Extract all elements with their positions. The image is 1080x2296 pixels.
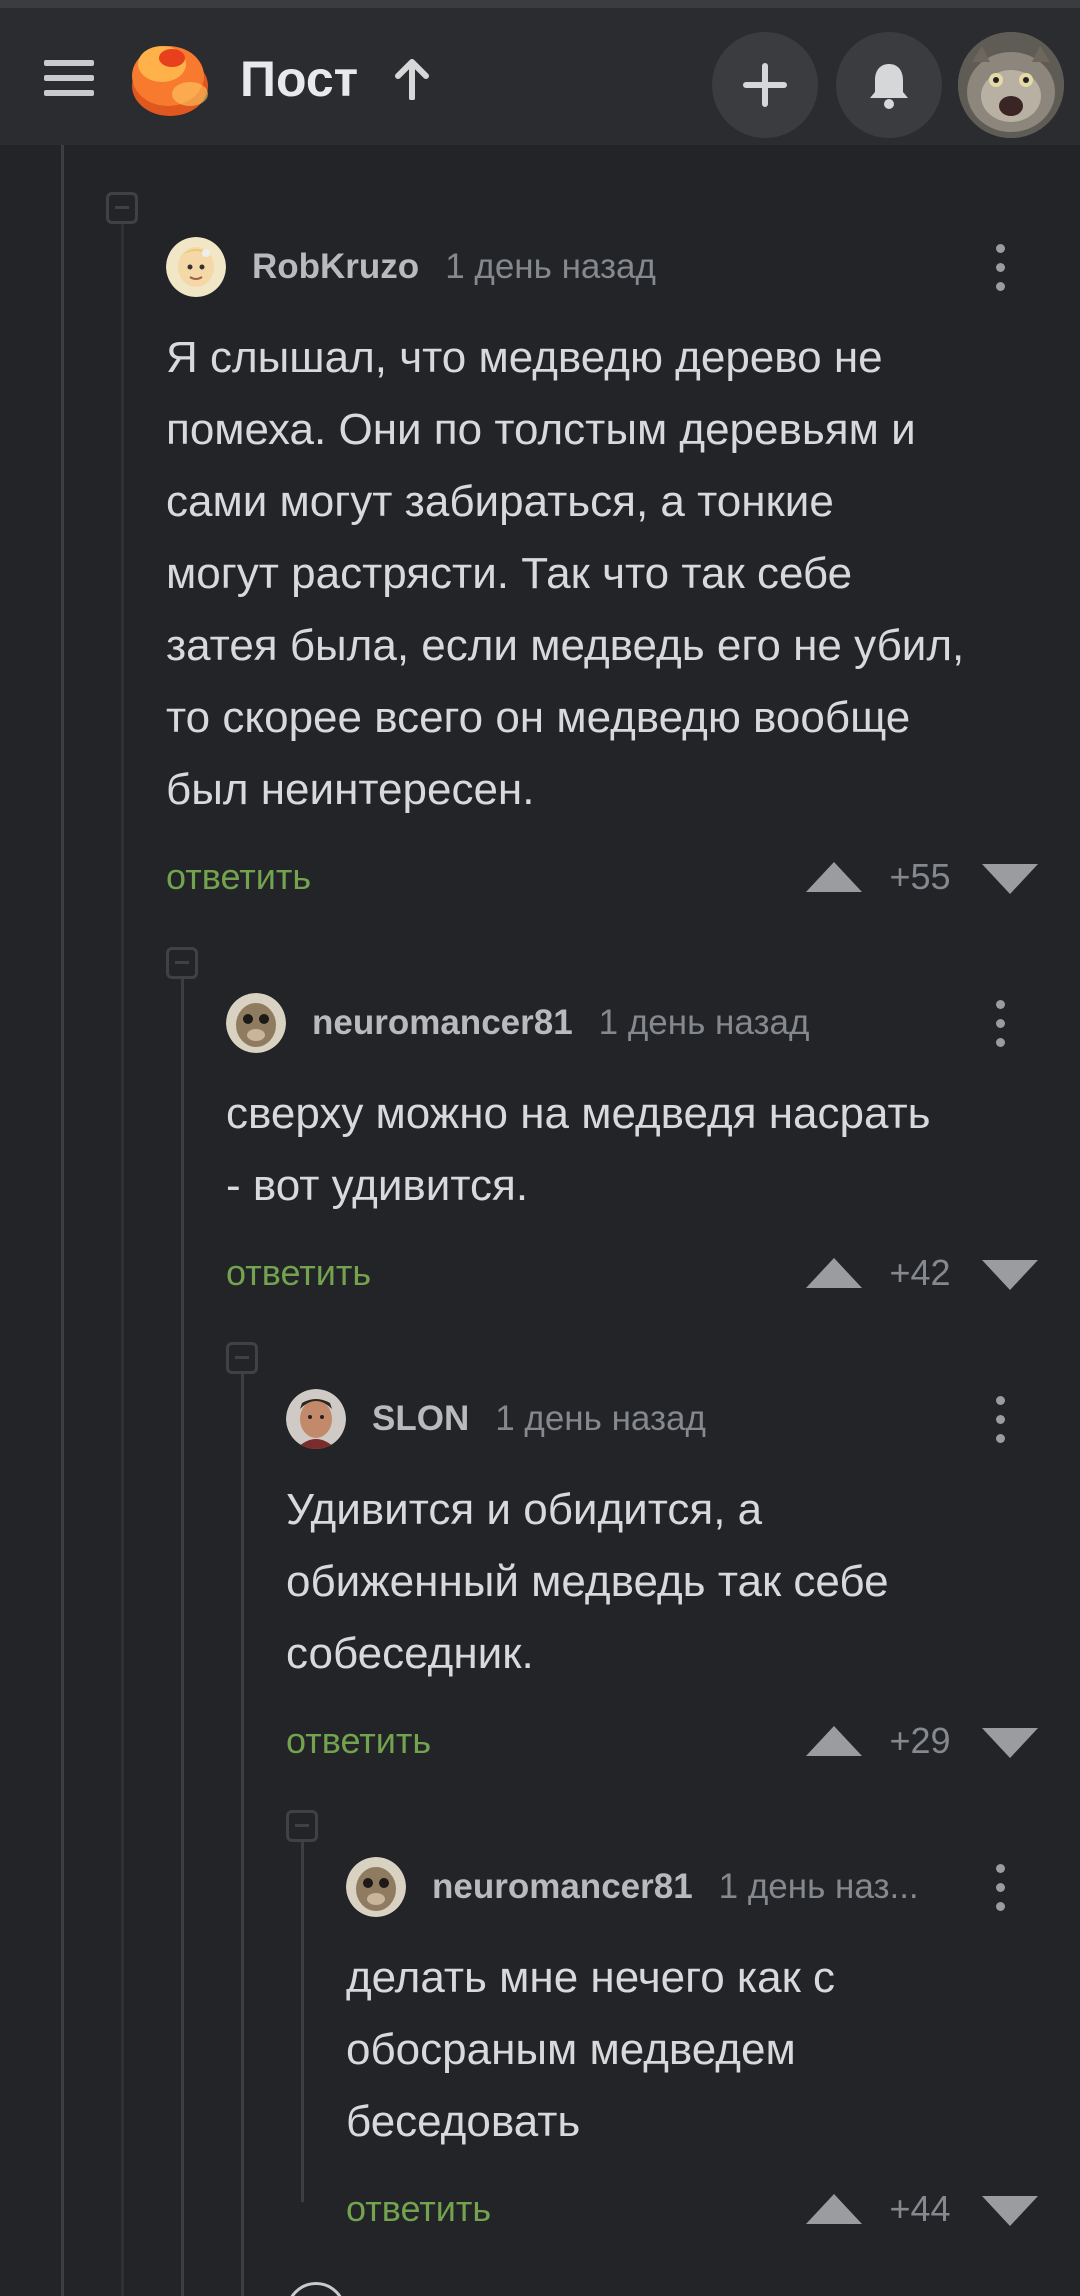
username[interactable]: RobKruzo [252,247,419,287]
reply-link[interactable]: ответить [286,1720,431,1762]
collapse-toggle[interactable] [106,192,138,224]
timestamp: 1 день назад [495,1399,706,1438]
upvote-icon[interactable] [806,1258,862,1288]
username[interactable]: neuromancer81 [432,1867,693,1907]
comment-score: +44 [889,2188,951,2229]
more-options-icon[interactable] [994,1396,1006,1444]
downvote-icon[interactable] [982,2196,1038,2226]
username[interactable]: neuromancer81 [312,1003,573,1043]
comment-text: сверху можно на медведя насрать - вот уд… [226,1089,931,1210]
comment: neuromancer81 1 день назад сверху можно … [226,992,1046,1312]
logo-icon[interactable] [128,36,214,122]
comment-header: RobKruzo 1 день назад [166,236,656,298]
avatar[interactable] [226,993,286,1053]
more-options-icon[interactable] [994,244,1006,292]
thread-line [121,224,124,2296]
comment-header: SLON 1 день назад [286,1388,706,1450]
avatar[interactable] [286,2282,346,2296]
comment-score: +42 [889,1252,951,1293]
comment-text: Я слышал, что медведю дерево не помеха. … [166,333,965,814]
downvote-icon[interactable] [982,1260,1038,1290]
comment-header: neuromancer81 1 день назад [226,992,809,1054]
arrow-up-icon[interactable] [392,58,432,100]
downvote-icon[interactable] [982,1728,1038,1758]
more-options-icon[interactable] [994,1000,1006,1048]
upvote-icon[interactable] [806,1726,862,1756]
thread-line [61,145,64,2296]
upvote-icon[interactable] [806,2194,862,2224]
reply-link[interactable]: ответить [226,1252,371,1294]
thread-line [241,1374,244,2296]
top-bar: Пост [0,8,1080,145]
comment-score: +29 [889,1720,951,1761]
avatar[interactable] [286,1389,346,1449]
plus-icon [743,63,787,107]
comment-text: делать мне нечего как с обосраным медвед… [346,1953,836,2146]
collapse-toggle[interactable] [166,947,198,979]
downvote-icon[interactable] [982,864,1038,894]
notifications-button[interactable] [836,32,942,138]
status-strip [0,0,1080,8]
avatar[interactable] [346,1857,406,1917]
comment-score: +55 [889,856,951,897]
username[interactable]: SLON [372,1399,469,1439]
reply-link[interactable]: ответить [166,856,311,898]
collapse-toggle[interactable] [286,1810,318,1842]
comment: SLON 1 день назад Удивится и обидится, а… [286,1388,1046,1788]
timestamp: 1 день наз... [718,1867,919,1906]
menu-icon[interactable] [44,60,94,96]
page-title: Пост [240,51,359,107]
comment-text: Удивится и обидится, а обиженный медведь… [286,1485,889,1678]
comment: RobKruzo 1 день назад Я слышал, что медв… [166,236,1046,916]
thread-line [181,979,184,2296]
comment-header: neuromancer81 1 день наз... [346,1856,986,1918]
upvote-icon[interactable] [806,862,862,892]
thread-line [301,1842,304,2202]
user-avatar[interactable] [958,32,1064,138]
avatar[interactable] [166,237,226,297]
reply-link[interactable]: ответить [346,2188,491,2230]
more-options-icon[interactable] [994,1864,1006,1912]
timestamp: 1 день назад [598,1003,810,1042]
comment: neuromancer81 1 день наз... делать мне н… [346,1856,1046,2256]
timestamp: 1 день назад [445,247,656,286]
bell-icon [870,64,908,109]
add-post-button[interactable] [712,32,818,138]
collapse-toggle[interactable] [226,1342,258,1374]
